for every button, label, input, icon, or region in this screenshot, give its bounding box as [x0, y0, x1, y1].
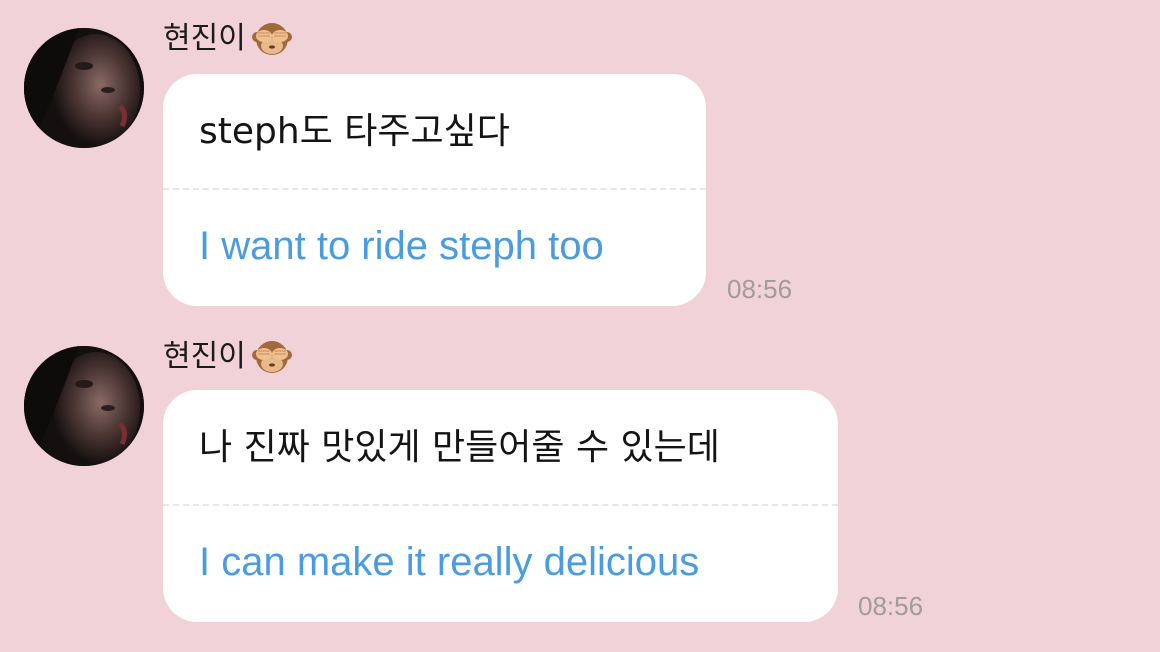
- message-timestamp: 08:56: [727, 274, 793, 304]
- message-bubble[interactable]: steph도 타주고싶다 I want to ride steph too: [163, 74, 706, 306]
- message-timestamp: 08:56: [858, 591, 924, 621]
- sender-header: 현진이: [163, 336, 294, 378]
- sender-name: 현진이: [163, 339, 246, 374]
- translated-message-text: I want to ride steph too: [199, 224, 604, 268]
- original-message-text: 나 진짜 맛있게 만들어줄 수 있는데: [199, 427, 720, 468]
- translated-message-text: I can make it really delicious: [199, 540, 700, 584]
- message-bubble[interactable]: 나 진짜 맛있게 만들어줄 수 있는데 I can make it really…: [163, 390, 838, 622]
- translation-divider: [163, 504, 838, 506]
- sender-name: 현진이: [163, 21, 246, 56]
- translation-divider: [163, 188, 706, 190]
- avatar[interactable]: [24, 28, 144, 148]
- original-message-text: steph도 타주고싶다: [199, 111, 510, 152]
- see-no-evil-monkey-icon: [250, 337, 294, 377]
- see-no-evil-monkey-icon: [250, 19, 294, 59]
- avatar[interactable]: [24, 346, 144, 466]
- sender-header: 현진이: [163, 18, 294, 60]
